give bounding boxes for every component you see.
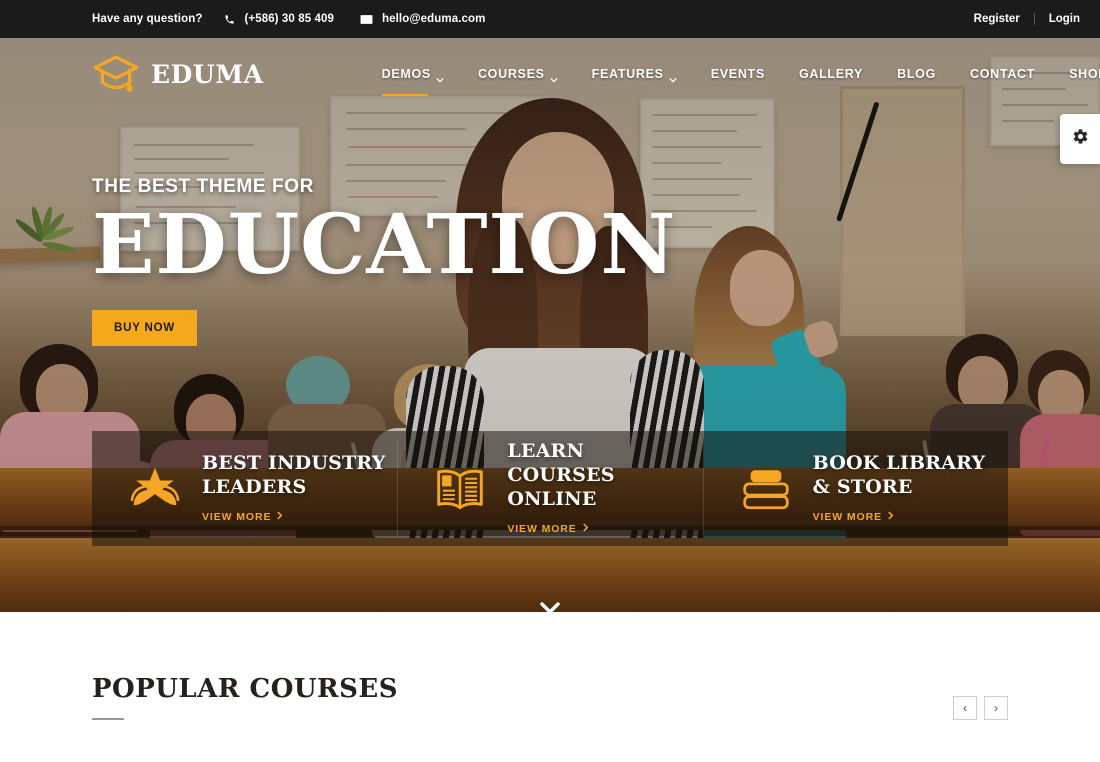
email-address[interactable]: hello@eduma.com <box>382 13 485 25</box>
nav-item-courses[interactable]: COURSES <box>461 54 575 94</box>
hero-copy-block: THE BEST THEME FOR EDUCATION BUY NOW <box>92 176 677 347</box>
book-stack-icon <box>735 466 797 512</box>
top-utility-bar: Have any question? (+586) 30 85 409 hell… <box>0 0 1100 38</box>
view-more-label: VIEW MORE <box>507 522 577 535</box>
view-more-label: VIEW MORE <box>202 510 272 523</box>
login-link[interactable]: Login <box>1049 13 1080 25</box>
nav-item-blog[interactable]: BLOG <box>880 54 953 94</box>
nav-item-contact[interactable]: CONTACT <box>953 54 1052 94</box>
section-title-underline <box>92 718 124 720</box>
hero-banner: EDUMA DEMOS COURSES FEATURES EVENTS GALL… <box>0 38 1100 612</box>
carousel-next-button[interactable]: › <box>984 696 1008 720</box>
view-more-link[interactable]: VIEW MORE <box>507 522 589 535</box>
gear-icon <box>1072 128 1089 150</box>
nav-item-features[interactable]: FEATURES <box>575 54 694 94</box>
theme-settings-button[interactable] <box>1060 114 1100 164</box>
site-header: EDUMA DEMOS COURSES FEATURES EVENTS GALL… <box>0 38 1100 110</box>
nav-label: EVENTS <box>710 67 765 81</box>
view-more-link[interactable]: VIEW MORE <box>813 511 894 523</box>
nav-label: CONTACT <box>970 67 1036 81</box>
chevron-down-icon <box>436 71 444 83</box>
buy-now-button[interactable]: BUY NOW <box>92 310 197 347</box>
courses-carousel-nav: ‹ › <box>953 696 1008 720</box>
view-more-link[interactable]: VIEW MORE <box>202 511 283 523</box>
scroll-down-indicator[interactable] <box>538 600 562 612</box>
chevron-right-icon <box>276 511 283 523</box>
topbar-divider <box>1033 13 1035 25</box>
nav-label: BLOG <box>897 67 937 81</box>
nav-label: COURSES <box>477 67 545 81</box>
open-book-icon <box>429 466 491 512</box>
hero-kicker: THE BEST THEME FOR <box>92 176 314 197</box>
star-wreath-icon <box>124 466 186 512</box>
feature-highlight-strip: BEST INDUSTRY LEADERS VIEW MORE LEARN CO… <box>92 431 1008 546</box>
nav-label: SHOP <box>1069 67 1100 81</box>
nav-label: DEMOS <box>381 67 431 81</box>
feature-text-group: BEST INDUSTRY LEADERS VIEW MORE <box>202 452 392 525</box>
feature-title: BEST INDUSTRY LEADERS <box>202 452 386 498</box>
feature-card-learn-courses-online[interactable]: LEARN COURSES ONLINE VIEW MORE <box>397 431 702 546</box>
chevron-right-icon <box>887 511 894 523</box>
nav-item-demos[interactable]: DEMOS <box>365 54 461 96</box>
nav-label: GALLERY <box>798 67 864 81</box>
main-navigation: DEMOS COURSES FEATURES EVENTS GALLERY BL… <box>365 54 1100 96</box>
topbar-contact-group: Have any question? (+586) 30 85 409 hell… <box>92 13 485 25</box>
have-question-label: Have any question? <box>92 13 203 25</box>
register-link[interactable]: Register <box>974 13 1020 25</box>
hero-headline: EDUCATION <box>92 197 677 293</box>
envelope-icon <box>360 14 373 25</box>
section-title: POPULAR COURSES <box>92 674 399 704</box>
feature-card-best-industry-leaders[interactable]: BEST INDUSTRY LEADERS VIEW MORE <box>92 431 397 546</box>
feature-title: BOOK LIBRARY & STORE <box>812 452 986 498</box>
eduma-homepage: Have any question? (+586) 30 85 409 hell… <box>0 0 1100 762</box>
nav-item-events[interactable]: EVENTS <box>694 54 782 94</box>
graduation-cap-icon <box>92 54 140 94</box>
site-logo[interactable]: EDUMA <box>92 54 264 94</box>
nav-label: FEATURES <box>591 67 664 81</box>
chevron-down-icon <box>550 71 558 83</box>
view-more-label: VIEW MORE <box>812 510 883 523</box>
feature-title: LEARN COURSES ONLINE <box>507 440 615 510</box>
topbar-account-group: Register Login <box>974 0 1080 38</box>
popular-courses-section: POPULAR COURSES ‹ › <box>0 612 1100 762</box>
carousel-prev-button[interactable]: ‹ <box>953 696 977 720</box>
phone-number[interactable]: (+586) 30 85 409 <box>244 13 334 25</box>
logo-text: EDUMA <box>151 59 264 89</box>
feature-text-group: BOOK LIBRARY & STORE VIEW MORE <box>813 452 1003 525</box>
feature-card-book-library-and-store[interactable]: BOOK LIBRARY & STORE VIEW MORE <box>702 431 1008 546</box>
chevron-right-icon <box>582 523 589 535</box>
nav-item-shop[interactable]: SHOP <box>1052 54 1100 94</box>
phone-icon <box>224 14 235 25</box>
feature-text-group: LEARN COURSES ONLINE VIEW MORE <box>507 440 697 536</box>
nav-item-gallery[interactable]: GALLERY <box>782 54 880 94</box>
chevron-down-icon <box>669 71 677 83</box>
